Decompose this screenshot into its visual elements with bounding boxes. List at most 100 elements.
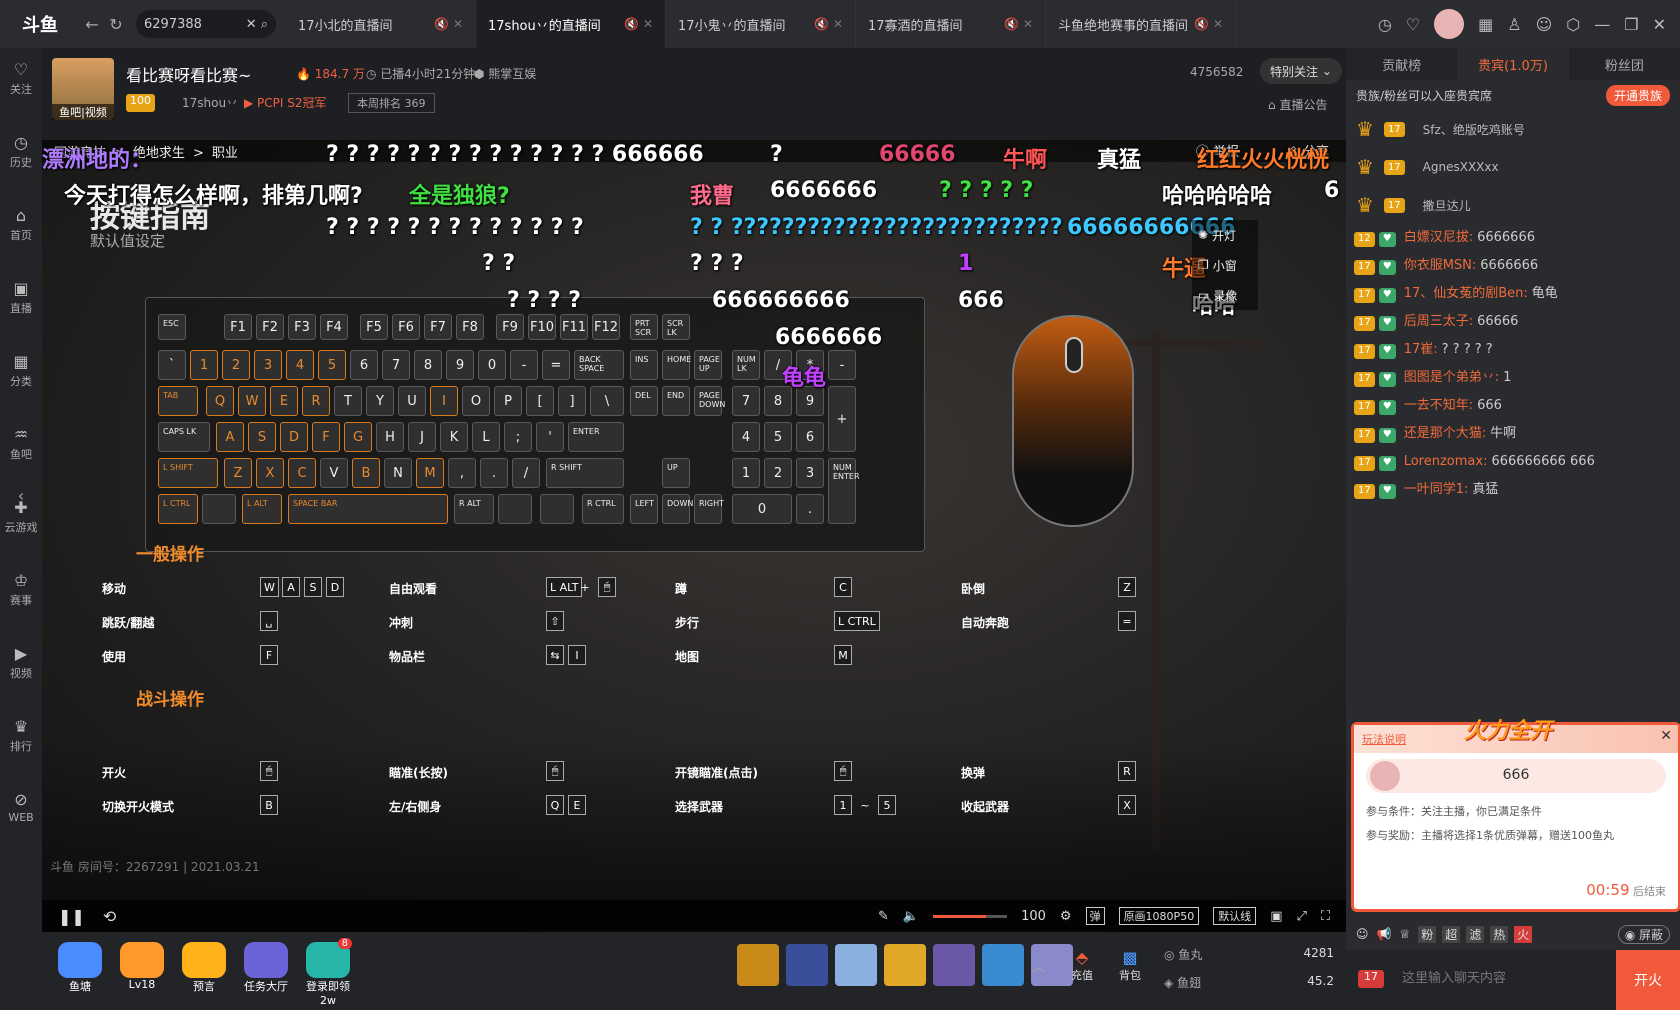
chat-user[interactable]: 你衣服MSN: bbox=[1404, 258, 1477, 273]
refresh-icon[interactable]: ↻ bbox=[104, 15, 128, 34]
sidebar-item-1[interactable]: ◷ 历史 bbox=[0, 133, 42, 170]
video-player[interactable]: 网游竞技 > 绝地求生 > 职业 ⓘ 举报 ⇪ 分享 按键指南 默认值设定 ESC F1 F… bbox=[42, 140, 1346, 932]
fullscreen-icon[interactable]: ⛶ bbox=[1321, 909, 1330, 924]
tab-0[interactable]: 17小北的直播间 🔇 ✕ bbox=[286, 0, 476, 48]
chat-filter-tag[interactable]: 火 bbox=[1514, 925, 1533, 943]
side-tool-2[interactable]: ▭ 录像 bbox=[1192, 280, 1258, 310]
collapse-icon[interactable]: ‹ bbox=[0, 486, 42, 505]
gift-item[interactable] bbox=[982, 944, 1024, 986]
gift-item[interactable] bbox=[884, 944, 926, 986]
pip-icon[interactable]: ▣ bbox=[1270, 909, 1282, 924]
sidebar-item-8[interactable]: ▶ 视频 bbox=[0, 644, 42, 681]
sidebar-item-9[interactable]: ♛ 排行 bbox=[0, 717, 42, 754]
side-tool-1[interactable]: ❐ 小窗 bbox=[1192, 250, 1258, 280]
message-icon[interactable]: ☺ bbox=[1536, 15, 1553, 34]
popup-close-icon[interactable]: ✕ bbox=[1660, 728, 1672, 744]
horn-icon[interactable]: 📢 bbox=[1377, 927, 1392, 941]
sidebar-item-2[interactable]: ⌂ 首页 bbox=[0, 206, 42, 243]
volume-slider[interactable] bbox=[933, 914, 1008, 918]
streamer-name[interactable]: 17shou丷 bbox=[182, 94, 238, 111]
chat-tab-2[interactable]: 粉丝团 bbox=[1569, 48, 1680, 80]
crown-icon[interactable]: ♕ bbox=[1399, 927, 1410, 941]
activity-3[interactable]: 任务大厅 bbox=[238, 942, 294, 998]
send-button[interactable]: 开火 bbox=[1616, 950, 1680, 1010]
activity-4[interactable]: 登录即领2w 8 bbox=[300, 938, 356, 1007]
tab-close-icon[interactable]: 🔇 ✕ bbox=[624, 17, 653, 31]
gift-scroll-icon[interactable]: ︿ bbox=[1032, 956, 1045, 975]
loop-icon[interactable]: ⟲ bbox=[103, 907, 116, 926]
settings-icon[interactable]: ⬡ bbox=[1566, 15, 1580, 34]
chat-filter-tag[interactable]: 超 bbox=[1442, 925, 1461, 943]
chat-user[interactable]: 还是那个大猫: bbox=[1404, 426, 1486, 441]
streamer-avatar[interactable]: 鱼吧|视频 bbox=[52, 58, 114, 120]
edit-icon[interactable]: ✎ bbox=[878, 909, 889, 924]
calendar-icon[interactable]: ▦ bbox=[1478, 15, 1493, 34]
chat-user[interactable]: 图图是个弟弟丷: bbox=[1404, 370, 1499, 385]
settings-icon[interactable]: ⚙ bbox=[1060, 909, 1072, 924]
chat-filter-tag[interactable]: 滤 bbox=[1466, 925, 1485, 943]
activity-1[interactable]: Lv18 bbox=[114, 942, 170, 998]
recharge-button[interactable]: ⬘ 充值 bbox=[1060, 948, 1104, 983]
vip-row[interactable]: ♛ 17 Sfz、绝版吃鸡账号 bbox=[1346, 110, 1680, 148]
activity-0[interactable]: 鱼塘 bbox=[52, 942, 108, 998]
restore-icon[interactable]: ❐ bbox=[1624, 15, 1638, 34]
report-tag[interactable]: ⬢ 熊掌互娱 bbox=[474, 65, 536, 82]
open-noble-button[interactable]: 开通贵族 bbox=[1605, 84, 1670, 106]
block-button[interactable]: ◉ 屏蔽 bbox=[1617, 924, 1670, 944]
gift-item[interactable] bbox=[737, 944, 779, 986]
danmu-toggle[interactable]: 弹 bbox=[1085, 907, 1105, 925]
sidebar-item-5[interactable]: ♒ 鱼吧 bbox=[0, 425, 42, 462]
tab-1[interactable]: 17shou丷的直播间 🔇 ✕ bbox=[476, 0, 666, 48]
notice-link[interactable]: ⌂ 直播公告 bbox=[1268, 96, 1327, 113]
tab-4[interactable]: 斗鱼绝地赛事的直播间 🔇 ✕ bbox=[1046, 0, 1236, 48]
sidebar-item-0[interactable]: ♡ 关注 bbox=[0, 60, 42, 97]
douyu-logo[interactable]: 斗鱼 bbox=[0, 0, 80, 48]
tab-close-icon[interactable]: 🔇 ✕ bbox=[1194, 17, 1223, 31]
chat-user[interactable]: 17、仙女菟的剧Ben: bbox=[1404, 286, 1528, 301]
vip-row[interactable]: ♛ 17 撒旦达儿 bbox=[1346, 186, 1680, 224]
chat-user[interactable]: 一去不知年: bbox=[1404, 398, 1473, 413]
breadcrumb-item[interactable]: 职业 bbox=[212, 146, 238, 161]
rule-link[interactable]: 玩法说明 bbox=[1362, 731, 1406, 747]
back-icon[interactable]: ← bbox=[80, 15, 104, 34]
close-icon[interactable]: ✕ bbox=[1653, 15, 1666, 34]
chat-user[interactable]: 17崔: bbox=[1404, 342, 1438, 357]
vip-row[interactable]: ♛ 17 AgnesXXXxx bbox=[1346, 148, 1680, 186]
pause-icon[interactable]: ❚❚ bbox=[58, 907, 85, 926]
activity-2[interactable]: 预言 bbox=[176, 942, 232, 998]
sidebar-item-10[interactable]: ⊘ WEB bbox=[0, 790, 42, 824]
chat-input[interactable] bbox=[1402, 960, 1602, 996]
volume-icon[interactable]: 🔈 bbox=[903, 909, 919, 924]
tab-close-icon[interactable]: 🔇 ✕ bbox=[434, 17, 463, 31]
chat-user[interactable]: 后周三太子: bbox=[1404, 314, 1473, 329]
sidebar-item-7[interactable]: ♔ 赛事 bbox=[0, 571, 42, 608]
shirt-icon[interactable]: ♙ bbox=[1507, 15, 1521, 34]
gift-item[interactable] bbox=[786, 944, 828, 986]
chat-tab-1[interactable]: 贵宾(1.0万) bbox=[1457, 48, 1569, 80]
chat-user[interactable]: Lorenzomax: bbox=[1404, 454, 1488, 469]
chat-user[interactable]: 一叶同学1: bbox=[1404, 482, 1469, 497]
bag-button[interactable]: ▩ 背包 bbox=[1108, 948, 1152, 983]
favorite-icon[interactable]: ♡ bbox=[1406, 15, 1420, 34]
chat-tab-0[interactable]: 贡献榜 bbox=[1346, 48, 1457, 80]
sidebar-item-3[interactable]: ▣ 直播 bbox=[0, 279, 42, 316]
emoji-icon[interactable]: ☺ bbox=[1356, 927, 1369, 941]
webfull-icon[interactable]: ⤢ bbox=[1296, 909, 1306, 924]
minimize-icon[interactable]: — bbox=[1594, 15, 1610, 34]
user-avatar[interactable] bbox=[1434, 9, 1465, 39]
side-tool-0[interactable]: ✺ 开灯 bbox=[1192, 220, 1258, 250]
follow-button[interactable]: 特别关注 ⌄ bbox=[1260, 58, 1342, 84]
quality-select[interactable]: 原画1080P50 bbox=[1118, 907, 1200, 925]
chat-filter-tag[interactable]: 粉 bbox=[1418, 925, 1437, 943]
line-select[interactable]: 默认线 bbox=[1213, 907, 1257, 925]
sidebar-item-4[interactable]: ▦ 分类 bbox=[0, 352, 42, 389]
chat-user[interactable]: 白嫖汉尼拔: bbox=[1404, 230, 1473, 245]
gift-item[interactable] bbox=[835, 944, 877, 986]
weekly-rank[interactable]: 本周排名 369 bbox=[348, 93, 435, 113]
chat-filter-tag[interactable]: 热 bbox=[1490, 925, 1509, 943]
tab-close-icon[interactable]: 🔇 ✕ bbox=[1004, 17, 1033, 31]
history-icon[interactable]: ◷ bbox=[1378, 15, 1392, 34]
search-icon[interactable]: ✕ ⌕ bbox=[246, 17, 268, 32]
search-input[interactable]: 6297388 ✕ ⌕ bbox=[136, 10, 276, 38]
gift-item[interactable] bbox=[933, 944, 975, 986]
